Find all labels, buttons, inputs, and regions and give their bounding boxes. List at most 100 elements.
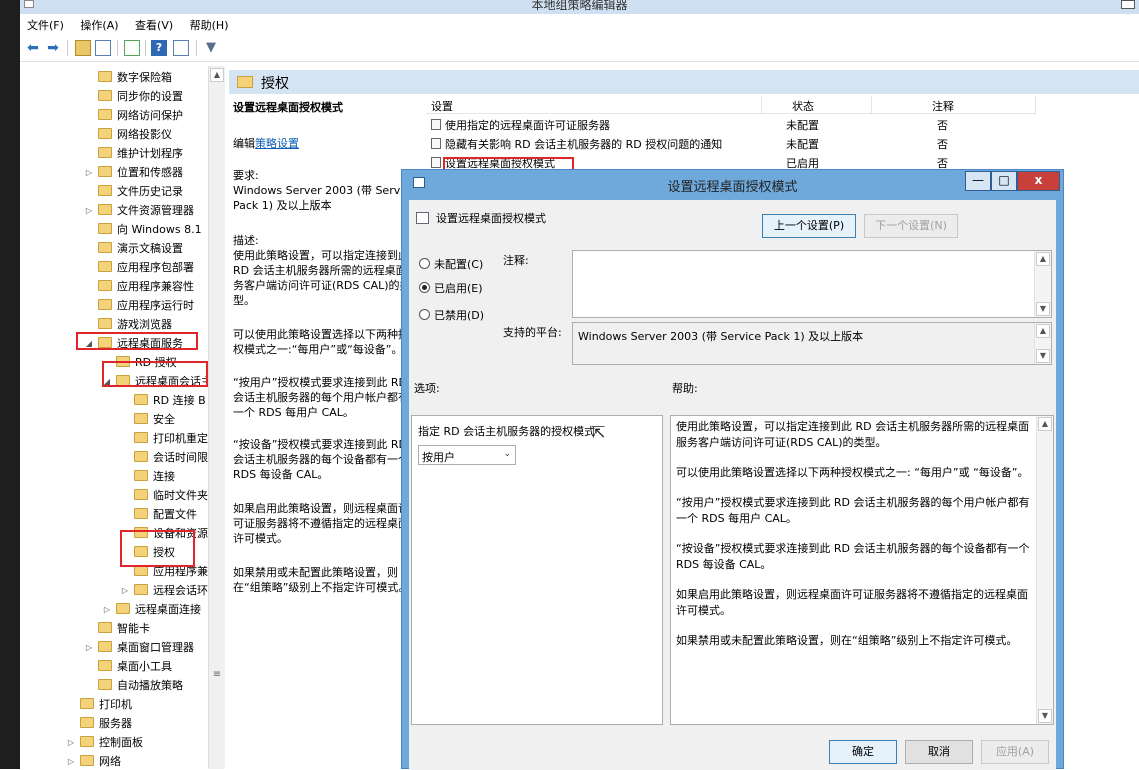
edit-policy-link[interactable]: 策略设置 bbox=[255, 137, 299, 150]
radio-disabled[interactable]: 已禁用(D) bbox=[419, 307, 484, 323]
row-name: 隐藏有关影响 RD 会话主机服务器的 RD 授权问题的通知 bbox=[445, 138, 723, 151]
tree-node[interactable]: 维护计划程序 bbox=[98, 144, 183, 163]
expand-triangle-icon[interactable]: ▷ bbox=[84, 201, 94, 220]
tree-node[interactable]: 连接 bbox=[134, 467, 175, 486]
up-folder-icon[interactable] bbox=[75, 40, 91, 56]
tree-node[interactable]: 配置文件 bbox=[134, 505, 197, 524]
next-setting-button[interactable]: 下一个设置(N) bbox=[864, 214, 958, 238]
tree-node[interactable]: ▷ 位置和传感器 bbox=[86, 163, 183, 182]
expand-triangle-icon[interactable]: ▷ bbox=[66, 733, 76, 752]
tree-node[interactable]: 数字保险箱 bbox=[98, 68, 172, 87]
scroll-down-icon[interactable]: ▼ bbox=[1038, 709, 1052, 723]
help-scrollbar[interactable]: ▲ ▼ bbox=[1036, 416, 1053, 724]
tree-node[interactable]: 自动播放策略 bbox=[98, 676, 183, 695]
ok-button[interactable]: 确定 bbox=[829, 740, 897, 764]
expand-triangle-icon[interactable]: ▷ bbox=[66, 752, 76, 769]
column-state[interactable]: 状态 bbox=[792, 98, 814, 114]
desc-paragraph-4: “按设备”授权模式要求连接到此 RD 会话主机服务器的每个设备都有一个 RDS … bbox=[233, 438, 409, 481]
tree-node[interactable]: ▷ 控制面板 bbox=[68, 733, 143, 752]
minimize-icon[interactable]: — bbox=[965, 171, 991, 191]
scroll-up-icon[interactable]: ▲ bbox=[1036, 252, 1050, 266]
back-arrow-icon[interactable]: ⬅ bbox=[25, 40, 41, 56]
radio-enabled[interactable]: 已启用(E) bbox=[419, 280, 483, 296]
platform-scrollbar[interactable]: ▲ ▼ bbox=[1034, 323, 1051, 364]
tree-node[interactable]: ▷ 文件资源管理器 bbox=[86, 201, 194, 220]
tree-node[interactable]: 安全 bbox=[134, 410, 175, 429]
scroll-up-icon[interactable]: ▲ bbox=[210, 68, 224, 82]
maximize-icon[interactable]: □ bbox=[991, 171, 1017, 191]
tree-node[interactable]: ▷ 网络 bbox=[68, 752, 121, 769]
tree-scrollbar[interactable]: ▲ ≡ bbox=[208, 66, 225, 769]
column-comment[interactable]: 注释 bbox=[932, 98, 954, 114]
tree-node[interactable]: ▷ 远程会话环 bbox=[122, 581, 208, 600]
folder-icon bbox=[98, 147, 112, 158]
menu-help[interactable]: 帮助(H) bbox=[183, 14, 235, 33]
scroll-up-icon[interactable]: ▲ bbox=[1036, 324, 1050, 338]
policy-setting-icon bbox=[431, 157, 441, 168]
scroll-thumb-icon[interactable]: ≡ bbox=[211, 669, 223, 685]
tree-node[interactable]: 打印机 bbox=[80, 695, 132, 714]
tree-node[interactable]: 会话时间限 bbox=[134, 448, 208, 467]
scroll-down-icon[interactable]: ▼ bbox=[1036, 349, 1050, 363]
help-icon[interactable]: ? bbox=[151, 40, 167, 56]
menu-action[interactable]: 操作(A) bbox=[73, 14, 124, 33]
expand-triangle-icon[interactable]: ▷ bbox=[120, 581, 130, 600]
tree-node[interactable]: ▷ 远程桌面连接 bbox=[104, 600, 201, 619]
folder-icon bbox=[98, 223, 112, 234]
expand-triangle-icon[interactable]: ▷ bbox=[84, 163, 94, 182]
radio-not-configured[interactable]: 未配置(C) bbox=[419, 256, 483, 272]
menu-file[interactable]: 文件(F) bbox=[20, 14, 70, 33]
license-mode-select[interactable]: 按用户 ⌄ bbox=[418, 445, 516, 465]
radio-label: 已禁用(D) bbox=[434, 309, 485, 322]
radio-icon bbox=[419, 258, 430, 269]
previous-setting-button[interactable]: 上一个设置(P) bbox=[762, 214, 856, 238]
chevron-down-icon: ⌄ bbox=[503, 449, 511, 459]
tree-node[interactable]: 服务器 bbox=[80, 714, 132, 733]
folder-icon bbox=[98, 622, 112, 633]
options-label: 选项: bbox=[414, 382, 440, 395]
tree-node[interactable]: 应用程序包部署 bbox=[98, 258, 194, 277]
apply-button[interactable]: 应用(A) bbox=[981, 740, 1049, 764]
properties-icon[interactable] bbox=[173, 40, 189, 56]
settings-list-header: 设置 状态 注释 bbox=[426, 96, 1036, 114]
tree-node[interactable]: 打印机重定 bbox=[134, 429, 208, 448]
tree-node[interactable]: 桌面小工具 bbox=[98, 657, 172, 676]
list-row[interactable]: 隐藏有关影响 RD 会话主机服务器的 RD 授权问题的通知 未配置 否 bbox=[431, 135, 1031, 154]
dialog-title-bar[interactable]: 设置远程桌面授权模式 — □ x bbox=[402, 170, 1063, 198]
tree-node[interactable]: 演示文稿设置 bbox=[98, 239, 183, 258]
tree-node-label: 服务器 bbox=[99, 717, 132, 730]
tree-node[interactable]: 网络投影仪 bbox=[98, 125, 172, 144]
folder-icon bbox=[134, 432, 148, 443]
tree-node[interactable]: 向 Windows 8.1 bbox=[98, 220, 202, 239]
tree-node[interactable]: 智能卡 bbox=[98, 619, 150, 638]
tree-node[interactable]: 应用程序运行时 bbox=[98, 296, 194, 315]
tree-node[interactable]: 同步你的设置 bbox=[98, 87, 183, 106]
tree-node[interactable]: RD 连接 B bbox=[134, 391, 206, 410]
column-setting[interactable]: 设置 bbox=[431, 98, 453, 114]
export-list-icon[interactable] bbox=[124, 40, 140, 56]
cancel-button[interactable]: 取消 bbox=[905, 740, 973, 764]
show-hide-tree-icon[interactable] bbox=[95, 40, 111, 56]
expand-triangle-icon[interactable]: ▷ bbox=[84, 638, 94, 657]
close-icon[interactable]: x bbox=[1017, 171, 1060, 191]
forward-arrow-icon[interactable]: ➡ bbox=[45, 40, 61, 56]
tree-node[interactable]: 临时文件夹 bbox=[134, 486, 208, 505]
tree-node-label: 自动播放策略 bbox=[117, 679, 183, 692]
tree-node[interactable]: 网络访问保护 bbox=[98, 106, 183, 125]
scroll-down-icon[interactable]: ▼ bbox=[1036, 302, 1050, 316]
list-row[interactable]: 使用指定的远程桌面许可证服务器 未配置 否 bbox=[431, 116, 1031, 135]
toolbar-separator bbox=[196, 40, 197, 56]
comment-scrollbar[interactable]: ▲ ▼ bbox=[1034, 251, 1051, 317]
tree-node[interactable]: 文件历史记录 bbox=[98, 182, 183, 201]
tree-node-label: 应用程序兼容性 bbox=[117, 280, 194, 293]
scroll-up-icon[interactable]: ▲ bbox=[1038, 417, 1052, 431]
maximize-icon[interactable] bbox=[1121, 0, 1135, 9]
menu-view[interactable]: 查看(V) bbox=[128, 14, 179, 33]
comment-textarea[interactable]: ▲ ▼ bbox=[572, 250, 1052, 318]
column-divider bbox=[1035, 96, 1036, 114]
tree-node[interactable]: ▷ 桌面窗口管理器 bbox=[86, 638, 194, 657]
tree-node[interactable]: 应用程序兼容性 bbox=[98, 277, 194, 296]
folder-icon bbox=[134, 470, 148, 481]
expand-triangle-icon[interactable]: ▷ bbox=[102, 600, 112, 619]
filter-icon[interactable]: ▼ bbox=[203, 40, 219, 56]
